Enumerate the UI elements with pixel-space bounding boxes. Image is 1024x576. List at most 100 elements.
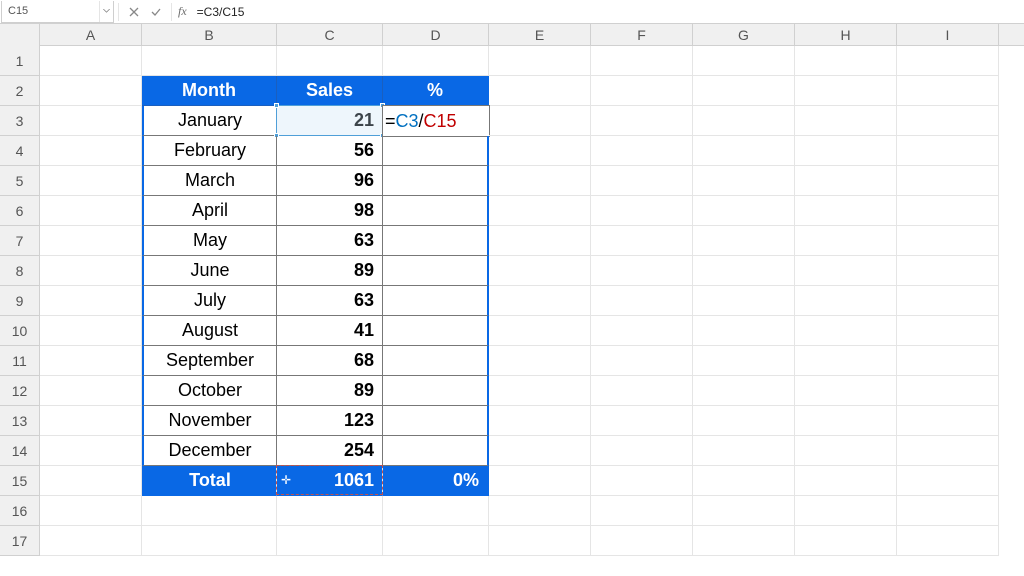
cell-H10[interactable] <box>795 316 897 346</box>
row-header-17[interactable]: 17 <box>0 526 40 556</box>
row-header-4[interactable]: 4 <box>0 136 40 166</box>
cell-C5[interactable]: 96 <box>277 166 383 196</box>
cell-A14[interactable] <box>40 436 142 466</box>
cell-I3[interactable] <box>897 106 999 136</box>
cell-F9[interactable] <box>591 286 693 316</box>
cell-I12[interactable] <box>897 376 999 406</box>
cell-B16[interactable] <box>142 496 277 526</box>
cell-A7[interactable] <box>40 226 142 256</box>
cell-G2[interactable] <box>693 76 795 106</box>
fx-icon[interactable]: fx <box>178 4 187 19</box>
cell-F3[interactable] <box>591 106 693 136</box>
cell-I15[interactable] <box>897 466 999 496</box>
cell-B1[interactable] <box>142 46 277 76</box>
cell-G5[interactable] <box>693 166 795 196</box>
row-header-7[interactable]: 7 <box>0 226 40 256</box>
cell-G14[interactable] <box>693 436 795 466</box>
cell-I6[interactable] <box>897 196 999 226</box>
cell-D11[interactable] <box>383 346 489 376</box>
cell-H17[interactable] <box>795 526 897 556</box>
table-header-month[interactable]: Month <box>142 76 277 106</box>
cell-G8[interactable] <box>693 256 795 286</box>
col-header-G[interactable]: G <box>693 24 795 45</box>
cell-D7[interactable] <box>383 226 489 256</box>
row-header-11[interactable]: 11 <box>0 346 40 376</box>
cell-A5[interactable] <box>40 166 142 196</box>
cell-E16[interactable] <box>489 496 591 526</box>
cell-I5[interactable] <box>897 166 999 196</box>
cell-G7[interactable] <box>693 226 795 256</box>
cell-H11[interactable] <box>795 346 897 376</box>
cell-E6[interactable] <box>489 196 591 226</box>
cell-I13[interactable] <box>897 406 999 436</box>
cell-D15-total-percent[interactable]: 0% <box>383 466 489 496</box>
col-header-A[interactable]: A <box>40 24 142 45</box>
cell-E5[interactable] <box>489 166 591 196</box>
cell-E4[interactable] <box>489 136 591 166</box>
cell-F15[interactable] <box>591 466 693 496</box>
cell-H3[interactable] <box>795 106 897 136</box>
col-header-C[interactable]: C <box>277 24 383 45</box>
cell-B10[interactable]: August <box>142 316 277 346</box>
cell-D5[interactable] <box>383 166 489 196</box>
cell-H12[interactable] <box>795 376 897 406</box>
cell-I10[interactable] <box>897 316 999 346</box>
select-all-corner[interactable] <box>0 24 40 46</box>
cell-E1[interactable] <box>489 46 591 76</box>
cell-C4[interactable]: 56 <box>277 136 383 166</box>
cell-E9[interactable] <box>489 286 591 316</box>
table-header-sales[interactable]: Sales <box>277 76 383 106</box>
cell-G3[interactable] <box>693 106 795 136</box>
cell-H4[interactable] <box>795 136 897 166</box>
col-header-E[interactable]: E <box>489 24 591 45</box>
cell-A15[interactable] <box>40 466 142 496</box>
cell-C7[interactable]: 63 <box>277 226 383 256</box>
cell-I17[interactable] <box>897 526 999 556</box>
cell-E17[interactable] <box>489 526 591 556</box>
row-header-2[interactable]: 2 <box>0 76 40 106</box>
cell-B7[interactable]: May <box>142 226 277 256</box>
cell-G1[interactable] <box>693 46 795 76</box>
cell-E15[interactable] <box>489 466 591 496</box>
cell-F5[interactable] <box>591 166 693 196</box>
row-header-16[interactable]: 16 <box>0 496 40 526</box>
cell-H7[interactable] <box>795 226 897 256</box>
cell-B9[interactable]: July <box>142 286 277 316</box>
cell-A16[interactable] <box>40 496 142 526</box>
cell-F13[interactable] <box>591 406 693 436</box>
cell-I14[interactable] <box>897 436 999 466</box>
cell-C12[interactable]: 89 <box>277 376 383 406</box>
cell-D17[interactable] <box>383 526 489 556</box>
row-header-6[interactable]: 6 <box>0 196 40 226</box>
cell-H6[interactable] <box>795 196 897 226</box>
cell-B8[interactable]: June <box>142 256 277 286</box>
cell-A12[interactable] <box>40 376 142 406</box>
cell-I2[interactable] <box>897 76 999 106</box>
cell-F17[interactable] <box>591 526 693 556</box>
cell-C8[interactable]: 89 <box>277 256 383 286</box>
spreadsheet-grid[interactable]: A B C D E F G H I 1 2MonthSales% 3 Janua… <box>0 24 1024 556</box>
cell-A9[interactable] <box>40 286 142 316</box>
cell-C11[interactable]: 68 <box>277 346 383 376</box>
cell-F8[interactable] <box>591 256 693 286</box>
cell-G4[interactable] <box>693 136 795 166</box>
row-header-15[interactable]: 15 <box>0 466 40 496</box>
cell-G17[interactable] <box>693 526 795 556</box>
cell-I16[interactable] <box>897 496 999 526</box>
cell-E10[interactable] <box>489 316 591 346</box>
cell-G15[interactable] <box>693 466 795 496</box>
col-header-B[interactable]: B <box>142 24 277 45</box>
cancel-button[interactable] <box>123 1 145 23</box>
table-header-percent[interactable]: % <box>383 76 489 106</box>
cell-G10[interactable] <box>693 316 795 346</box>
cell-H1[interactable] <box>795 46 897 76</box>
cell-C9[interactable]: 63 <box>277 286 383 316</box>
cell-A1[interactable] <box>40 46 142 76</box>
cell-F7[interactable] <box>591 226 693 256</box>
cell-F6[interactable] <box>591 196 693 226</box>
cell-C13[interactable]: 123 <box>277 406 383 436</box>
col-header-F[interactable]: F <box>591 24 693 45</box>
col-header-H[interactable]: H <box>795 24 897 45</box>
cell-F10[interactable] <box>591 316 693 346</box>
cell-C1[interactable] <box>277 46 383 76</box>
